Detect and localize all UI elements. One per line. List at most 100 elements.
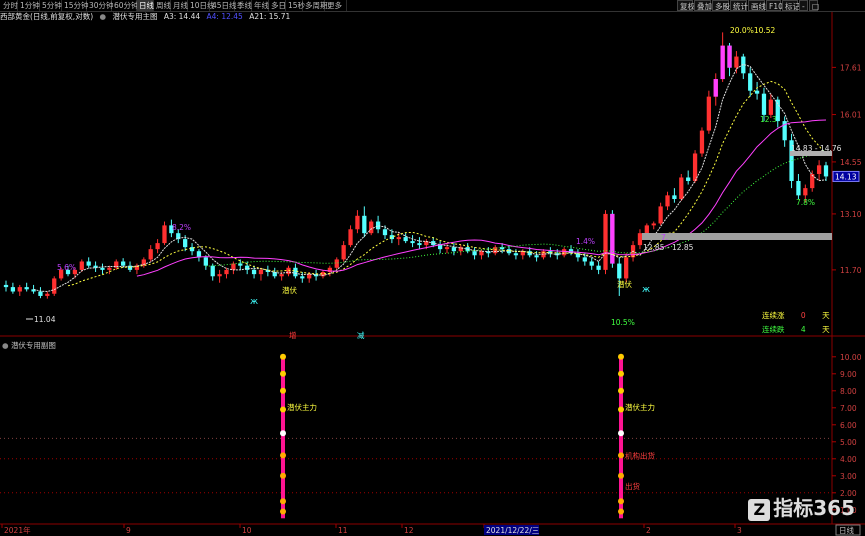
ma30-line (205, 148, 827, 267)
peak-label: 20.0%10.52 (730, 26, 776, 35)
box-label-upper: 14.83 - 14.76 (791, 144, 842, 153)
signal-dot (280, 430, 286, 437)
candle-body (375, 221, 381, 230)
candle-body (121, 261, 126, 266)
candle-body (24, 287, 29, 290)
candle-body (162, 225, 167, 244)
candle-body (238, 263, 243, 266)
counter-down-label: 连续跌 (762, 325, 785, 334)
candle-body (748, 73, 753, 91)
butterfly-icon: ж (642, 285, 650, 295)
signal-dot (618, 370, 624, 377)
candle-body (334, 259, 339, 268)
date-label-3: 11 (338, 526, 348, 535)
candle-body (644, 225, 649, 234)
highlight-bar (713, 79, 718, 97)
candle-body (706, 96, 711, 131)
candle-body (3, 284, 9, 288)
ind-axis-label-2: 8.00 (840, 387, 857, 396)
pct-label-6: 7.8% (796, 198, 815, 207)
date-label-0: 2021年 (4, 525, 31, 535)
candle-body (761, 93, 767, 115)
indicator-title: ● 潜伏专用副图 (2, 340, 56, 351)
candle-body (651, 223, 656, 226)
counter-down: 连续跌 4 天 (762, 324, 830, 335)
signal-label-1: 潜伏 (282, 285, 297, 295)
candle-body (86, 261, 91, 266)
candle-body (596, 265, 601, 270)
signal-dot (280, 452, 286, 459)
price-label-1: 16.01 (840, 111, 862, 120)
indicator-icon: ● (2, 341, 9, 350)
candle-body (582, 257, 587, 262)
candle-body (803, 188, 808, 196)
candle-body (444, 247, 450, 250)
candle-body (217, 274, 222, 277)
signal-bar-1 (619, 355, 623, 519)
candle-body (479, 251, 484, 256)
candle-body (534, 255, 539, 258)
watermark-text: 指标365 (773, 496, 855, 520)
signal-dot (280, 472, 286, 479)
pct-label-3: 1.4% (576, 237, 595, 246)
ind-label-1: 潜伏主力 (287, 402, 317, 412)
candle-body (603, 213, 608, 270)
candle-body (754, 90, 760, 94)
candlestick-chart[interactable]: 17.61 16.01 14.55 13.10 11.70 14.13 20.0%10.52… (0, 0, 865, 536)
price-label-3: 13.10 (840, 210, 862, 219)
candle-body (183, 239, 188, 248)
candle-body (692, 153, 698, 182)
candle-body (624, 257, 629, 279)
candle-body (768, 99, 774, 115)
candle-body (637, 233, 643, 246)
price-label-0: 17.61 (840, 63, 862, 72)
candle-body (293, 267, 298, 277)
counter-up-value: 0 (800, 311, 806, 320)
signal-dot (618, 353, 624, 360)
candle-body (437, 245, 443, 250)
candle-body (362, 215, 367, 234)
candle-body (451, 247, 457, 252)
date-label-1: 9 (126, 526, 131, 535)
counter-down-unit: 天 (822, 325, 830, 334)
signal-label-2: 潜伏 (617, 279, 632, 289)
candle-body (224, 269, 229, 275)
price-box-lower (642, 233, 832, 240)
counter-down-value: 4 (800, 325, 806, 334)
signal-dot (618, 387, 624, 394)
highlight-bar (610, 213, 615, 264)
signal-dot (618, 406, 624, 413)
candle-body (417, 243, 422, 246)
candle-body (589, 261, 594, 266)
signal-dot (618, 452, 624, 459)
candle-body (348, 229, 353, 246)
candle-body (251, 269, 257, 275)
highlight-bar (720, 45, 725, 80)
signal-bar-0 (281, 355, 285, 519)
candle-body (679, 177, 684, 200)
pct-label-5: 12.3 (760, 115, 777, 124)
ind-label-4: 出货 (625, 481, 640, 491)
candle-body (107, 267, 112, 270)
date-label-4: 12 (404, 526, 414, 535)
ind-label-3: 机构出货 (625, 450, 655, 460)
ind-label-2: 潜伏主力 (625, 402, 655, 412)
candle-body (686, 177, 691, 182)
candle-body (410, 241, 415, 244)
signal-dot (280, 387, 286, 394)
candle-body (403, 237, 408, 242)
pct-label-4: 7. (661, 233, 668, 242)
mark-increase: 增 (289, 330, 297, 340)
candle-body (382, 229, 388, 236)
candle-body (79, 261, 84, 270)
candle-body (672, 195, 677, 200)
watermark-z-icon: Z (748, 499, 771, 521)
signal-dot (618, 472, 624, 479)
mark-decrease: 减 (357, 330, 365, 340)
candle-body (699, 130, 705, 154)
price-label-4: 11.70 (840, 266, 862, 275)
candle-body (279, 274, 284, 277)
ind-axis-label-7: 3.00 (840, 472, 857, 481)
candle-body (513, 253, 519, 256)
candle-body (10, 287, 16, 292)
